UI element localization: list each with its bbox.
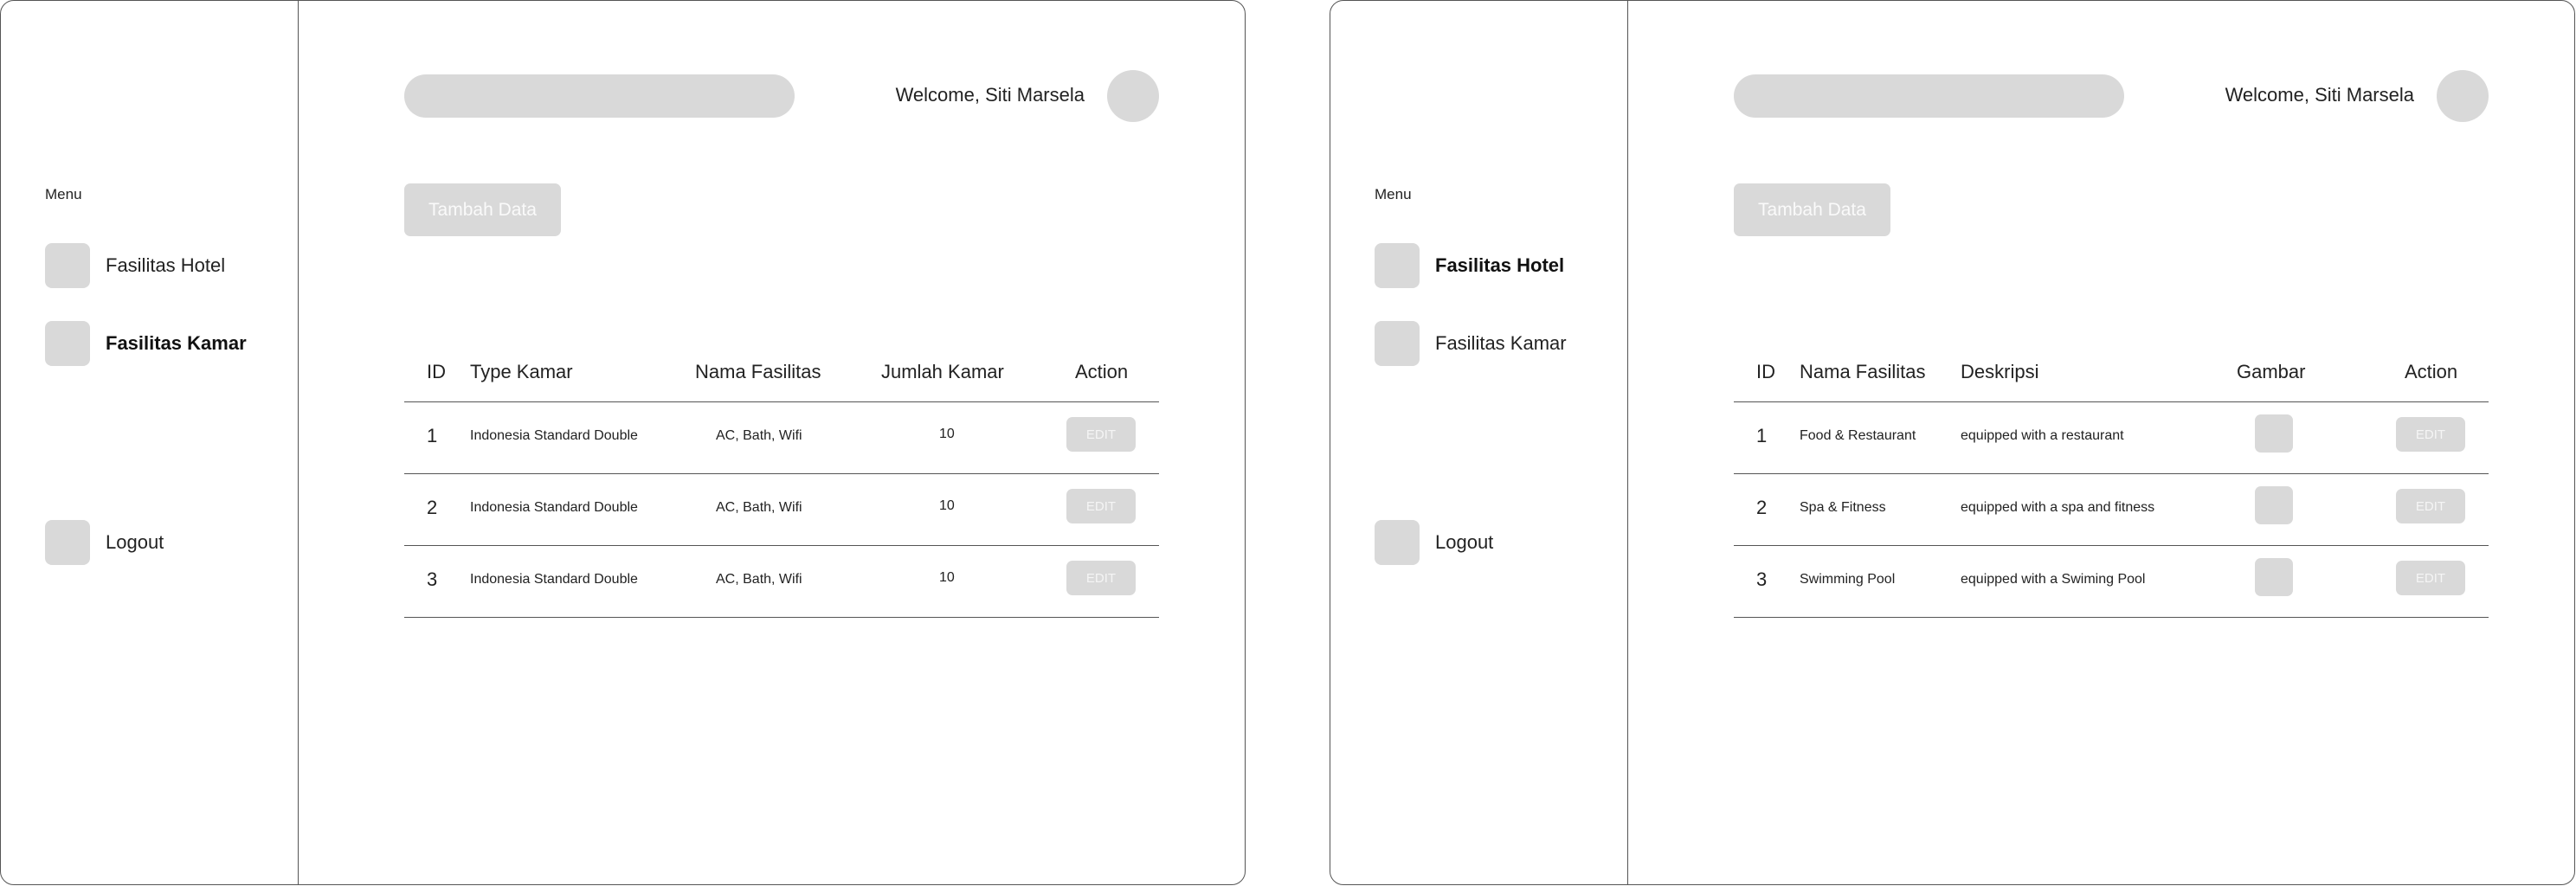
sidebar-item-label: Fasilitas Hotel <box>1435 254 1565 276</box>
cell-id: 3 <box>1756 568 1768 590</box>
sidebar-item-fasilitas-hotel[interactable]: Fasilitas Hotel <box>45 243 225 288</box>
cell-deskripsi: equipped with a restaurant <box>1961 428 2124 443</box>
image-thumbnail <box>2255 486 2293 524</box>
table-row: 2 Indonesia Standard Double AC, Bath, Wi… <box>404 474 1159 546</box>
table-row: 1 Food & Restaurant equipped with a rest… <box>1734 402 2489 474</box>
edit-button[interactable]: EDIT <box>1066 417 1136 452</box>
sidebar: Menu Fasilitas Hotel Fasilitas Kamar Log… <box>1 1 299 884</box>
table-header: ID Nama Fasilitas Deskripsi Gambar Actio… <box>1734 347 2489 402</box>
table-row: 1 Indonesia Standard Double AC, Bath, Wi… <box>404 402 1159 474</box>
column-header-nama-fasilitas: Nama Fasilitas <box>695 361 821 382</box>
cell-nama-fasilitas: Food & Restaurant <box>1800 428 1916 443</box>
column-header-jumlah-kamar: Jumlah Kamar <box>881 361 1004 382</box>
cell-type-kamar: Indonesia Standard Double <box>470 428 638 443</box>
cell-type-kamar: Indonesia Standard Double <box>470 500 638 515</box>
room-icon <box>1375 321 1420 366</box>
table-row: 3 Swimming Pool equipped with a Swiming … <box>1734 546 2489 618</box>
sidebar-item-fasilitas-kamar[interactable]: Fasilitas Kamar <box>1375 321 1567 366</box>
sidebar-item-label: Logout <box>106 531 164 553</box>
cell-id: 1 <box>1756 425 1768 446</box>
cell-id: 3 <box>427 568 438 590</box>
column-header-action: Action <box>1075 361 1129 382</box>
edit-button[interactable]: EDIT <box>2396 417 2465 452</box>
cell-id: 1 <box>427 425 438 446</box>
fasilitas-kamar-screen: Menu Fasilitas Hotel Fasilitas Kamar Log… <box>0 0 1246 885</box>
logout-icon <box>45 520 90 565</box>
menu-label: Menu <box>45 186 82 202</box>
sidebar-item-label: Logout <box>1435 531 1494 553</box>
sidebar-item-fasilitas-hotel[interactable]: Fasilitas Hotel <box>1375 243 1564 288</box>
search-input[interactable] <box>1734 74 2124 118</box>
cell-id: 2 <box>1756 497 1768 518</box>
sidebar-item-label: Fasilitas Kamar <box>1435 332 1567 354</box>
room-icon <box>45 321 90 366</box>
edit-button[interactable]: EDIT <box>2396 561 2465 595</box>
tambah-data-button[interactable]: Tambah Data <box>1734 183 1890 236</box>
tambah-data-button[interactable]: Tambah Data <box>404 183 561 236</box>
avatar[interactable] <box>2437 70 2489 122</box>
logout-icon <box>1375 520 1420 565</box>
avatar[interactable] <box>1107 70 1159 122</box>
cell-nama-fasilitas: AC, Bath, Wifi <box>716 500 802 515</box>
sidebar-item-label: Fasilitas Kamar <box>106 332 247 354</box>
cell-type-kamar: Indonesia Standard Double <box>470 572 638 587</box>
sidebar-item-label: Fasilitas Hotel <box>106 254 226 276</box>
image-thumbnail <box>2255 414 2293 453</box>
fasilitas-kamar-table: ID Type Kamar Nama Fasilitas Jumlah Kama… <box>404 347 1159 618</box>
cell-deskripsi: equipped with a Swiming Pool <box>1961 572 2146 587</box>
edit-button[interactable]: EDIT <box>1066 489 1136 523</box>
column-header-deskripsi: Deskripsi <box>1961 361 2039 382</box>
column-header-action: Action <box>2405 361 2458 382</box>
hotel-icon <box>45 243 90 288</box>
sidebar-item-logout[interactable]: Logout <box>1375 520 1493 565</box>
search-input[interactable] <box>404 74 795 118</box>
welcome-text: Welcome, Siti Marsela <box>2225 84 2414 106</box>
cell-nama-fasilitas: Swimming Pool <box>1800 572 1896 587</box>
column-header-id: ID <box>427 361 446 382</box>
column-header-type-kamar: Type Kamar <box>470 361 573 382</box>
hotel-icon <box>1375 243 1420 288</box>
edit-button[interactable]: EDIT <box>1066 561 1136 595</box>
fasilitas-hotel-screen: Menu Fasilitas Hotel Fasilitas Kamar Log… <box>1330 0 2575 885</box>
cell-deskripsi: equipped with a spa and fitness <box>1961 500 2155 515</box>
sidebar: Menu Fasilitas Hotel Fasilitas Kamar Log… <box>1330 1 1628 884</box>
cell-jumlah-kamar: 10 <box>939 498 955 513</box>
column-header-gambar: Gambar <box>2237 361 2306 382</box>
table-row: 2 Spa & Fitness equipped with a spa and … <box>1734 474 2489 546</box>
cell-jumlah-kamar: 10 <box>939 427 955 441</box>
cell-id: 2 <box>427 497 438 518</box>
fasilitas-hotel-table: ID Nama Fasilitas Deskripsi Gambar Actio… <box>1734 347 2489 618</box>
cell-nama-fasilitas: AC, Bath, Wifi <box>716 428 802 443</box>
table-row: 3 Indonesia Standard Double AC, Bath, Wi… <box>404 546 1159 618</box>
edit-button[interactable]: EDIT <box>2396 489 2465 523</box>
menu-label: Menu <box>1375 186 1412 202</box>
column-header-id: ID <box>1756 361 1775 382</box>
sidebar-item-logout[interactable]: Logout <box>45 520 164 565</box>
cell-nama-fasilitas: Spa & Fitness <box>1800 500 1886 515</box>
image-thumbnail <box>2255 558 2293 596</box>
welcome-text: Welcome, Siti Marsela <box>895 84 1085 106</box>
cell-nama-fasilitas: AC, Bath, Wifi <box>716 572 802 587</box>
sidebar-item-fasilitas-kamar[interactable]: Fasilitas Kamar <box>45 321 247 366</box>
table-header: ID Type Kamar Nama Fasilitas Jumlah Kama… <box>404 347 1159 402</box>
column-header-nama-fasilitas: Nama Fasilitas <box>1800 361 1926 382</box>
cell-jumlah-kamar: 10 <box>939 570 955 585</box>
